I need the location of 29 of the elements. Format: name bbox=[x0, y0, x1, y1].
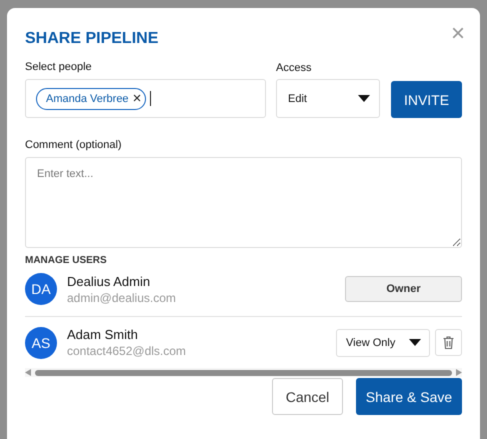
user-name: Dealius Admin bbox=[67, 274, 152, 288]
avatar: AS bbox=[25, 326, 57, 358]
comment-field[interactable]: Enter text... bbox=[25, 157, 462, 248]
invite-button[interactable]: INVITE bbox=[391, 81, 462, 118]
cancel-button[interactable]: Cancel bbox=[272, 378, 343, 415]
scroll-left-icon[interactable] bbox=[25, 369, 31, 376]
people-field[interactable]: Amanda Verbree × bbox=[25, 79, 266, 118]
owner-button[interactable]: Owner bbox=[345, 276, 462, 302]
role-dropdown[interactable]: View Only bbox=[336, 328, 430, 356]
horizontal-scrollbar[interactable] bbox=[25, 368, 462, 377]
avatar: DA bbox=[25, 273, 57, 305]
field-label: Select people bbox=[25, 61, 93, 73]
user-email: admin@dealius.com bbox=[67, 290, 177, 304]
field-label: Access bbox=[276, 62, 312, 74]
share-save-button[interactable]: Share & Save bbox=[356, 378, 462, 415]
access-dropdown[interactable]: Edit bbox=[276, 79, 380, 118]
caret-icon bbox=[358, 95, 370, 102]
trash-icon bbox=[443, 336, 454, 349]
caret-icon bbox=[409, 339, 421, 346]
text-cursor bbox=[150, 91, 152, 106]
remove-button[interactable]: × bbox=[132, 91, 142, 106]
user-email: contact4652@dls.com bbox=[67, 344, 187, 358]
chip-label: Amanda Verbree bbox=[46, 92, 129, 104]
delete-button[interactable] bbox=[435, 329, 462, 356]
scroll-right-icon[interactable] bbox=[456, 369, 462, 376]
user-name: Adam Smith bbox=[67, 327, 139, 342]
field-label: Comment (optional) bbox=[25, 139, 123, 151]
section-heading: MANAGE USERS bbox=[25, 255, 108, 266]
dialog-title: SHARE PIPELINE bbox=[25, 30, 158, 48]
